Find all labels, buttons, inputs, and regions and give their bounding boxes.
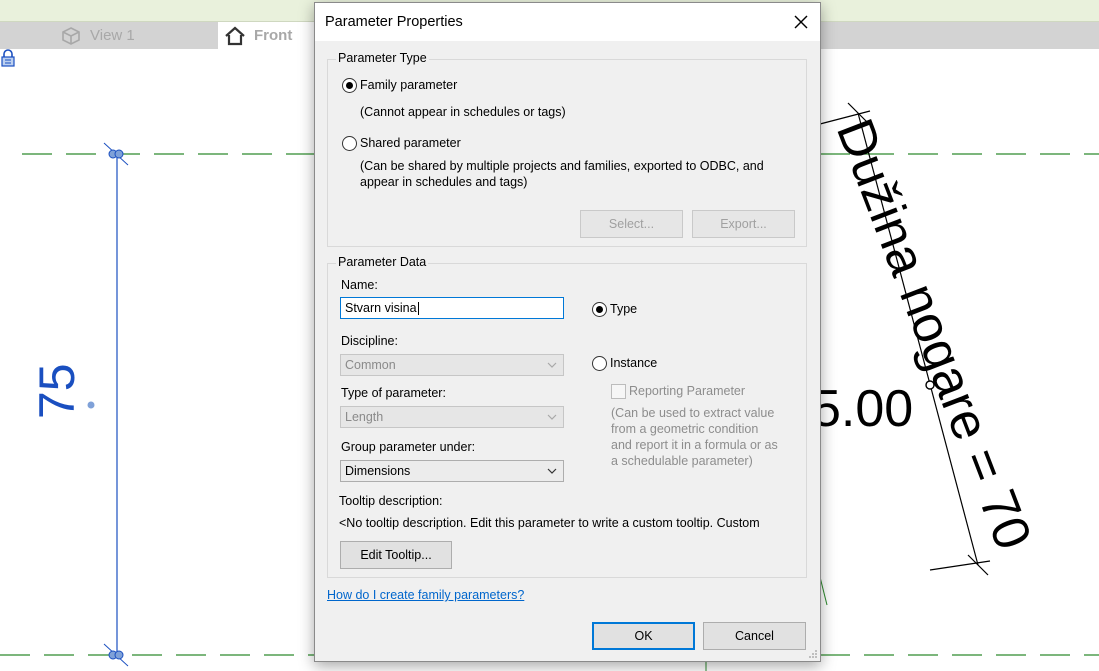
- discipline-select-value: Common: [345, 358, 396, 372]
- reporting-desc-1: (Can be used to extract value: [611, 406, 775, 420]
- cube-icon: [62, 26, 80, 45]
- tooltip-description-text: <No tooltip description. Edit this param…: [339, 516, 760, 530]
- group-under-label: Group parameter under:: [341, 440, 476, 454]
- reporting-desc-4: a schedulable parameter): [611, 454, 753, 468]
- type-radio[interactable]: [592, 302, 607, 317]
- dialog-titlebar[interactable]: Parameter Properties: [315, 3, 820, 41]
- dimension-text-grip: [87, 401, 95, 409]
- parameter-type-heading: Parameter Type: [336, 51, 429, 65]
- instance-radio[interactable]: [592, 356, 607, 371]
- house-icon: [225, 26, 245, 45]
- reporting-parameter-checkbox[interactable]: [611, 384, 626, 399]
- name-label: Name:: [341, 278, 378, 292]
- edit-tooltip-button[interactable]: Edit Tooltip...: [340, 541, 452, 569]
- chevron-down-icon: [547, 414, 557, 420]
- tab-front[interactable]: Front: [218, 22, 314, 49]
- group-under-select[interactable]: Dimensions: [340, 460, 564, 482]
- parameter-properties-dialog: Parameter Properties Parameter Type Fami…: [314, 2, 821, 662]
- name-input[interactable]: Stvarn visina: [340, 297, 564, 319]
- tab-front-label: Front: [254, 27, 293, 44]
- type-of-parameter-select[interactable]: Length: [340, 406, 564, 428]
- tab-view-1-label: View 1: [90, 27, 135, 44]
- help-link[interactable]: How do I create family parameters?: [327, 588, 524, 602]
- shared-parameter-radio[interactable]: [342, 136, 357, 151]
- resize-grip-icon[interactable]: [808, 649, 818, 659]
- tooltip-description-label: Tooltip description:: [339, 494, 443, 508]
- chevron-down-icon: [547, 468, 557, 474]
- type-of-parameter-label: Type of parameter:: [341, 386, 446, 400]
- dimension-value-right[interactable]: 5.00: [812, 379, 913, 439]
- dialog-title: Parameter Properties: [325, 14, 463, 30]
- discipline-select[interactable]: Common: [340, 354, 564, 376]
- lock-icon[interactable]: [0, 49, 16, 67]
- family-parameter-label[interactable]: Family parameter: [360, 78, 457, 92]
- reporting-desc-3: and report it in a formula or as: [611, 438, 778, 452]
- name-input-value: Stvarn visina: [345, 301, 417, 315]
- dimension-value-left[interactable]: 75: [28, 363, 86, 419]
- type-of-parameter-value: Length: [345, 410, 384, 424]
- discipline-label: Discipline:: [341, 334, 398, 348]
- type-radio-label[interactable]: Type: [610, 302, 637, 316]
- select-button[interactable]: Select...: [580, 210, 683, 238]
- shared-parameter-desc-1: (Can be shared by multiple projects and …: [360, 159, 764, 173]
- shared-parameter-label[interactable]: Shared parameter: [360, 136, 461, 150]
- shared-parameter-desc-2: appear in schedules and tags): [360, 175, 528, 189]
- family-parameter-radio[interactable]: [342, 78, 357, 93]
- group-under-value: Dimensions: [345, 464, 411, 478]
- reporting-desc-2: from a geometric condition: [611, 422, 759, 436]
- parameter-data-heading: Parameter Data: [336, 255, 429, 269]
- ok-button[interactable]: OK: [592, 622, 695, 650]
- export-button[interactable]: Export...: [692, 210, 795, 238]
- family-parameter-desc: (Cannot appear in schedules or tags): [360, 105, 566, 119]
- instance-radio-label[interactable]: Instance: [610, 356, 657, 370]
- tab-view-1[interactable]: View 1: [60, 22, 215, 49]
- chevron-down-icon: [547, 362, 557, 368]
- close-icon[interactable]: [790, 11, 812, 33]
- cancel-button[interactable]: Cancel: [703, 622, 806, 650]
- reporting-parameter-label[interactable]: Reporting Parameter: [629, 384, 745, 398]
